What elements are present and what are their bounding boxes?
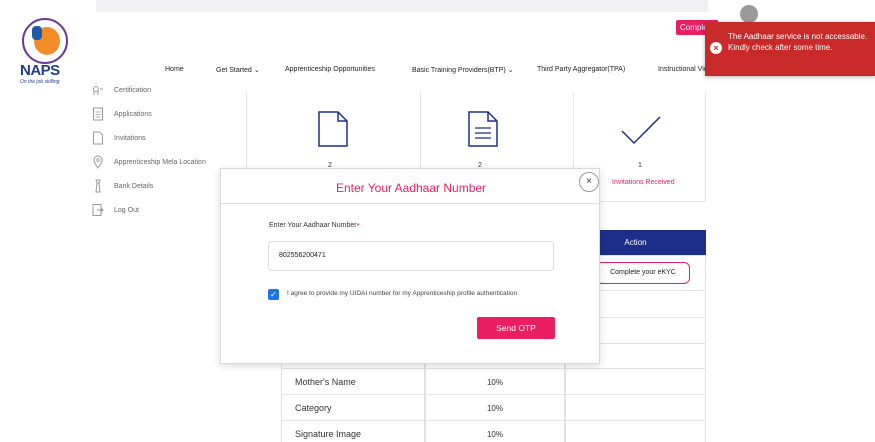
toast-message: The Aadhaar service is not accessable. K… [728,32,868,52]
chevron-down-icon: ⌄ [253,67,260,74]
document-lines-icon [467,110,499,153]
table-row-value: 10% [486,430,503,439]
file-icon [92,131,104,145]
bank-icon [92,179,104,193]
modal-title: Enter Your Aadhaar Number [335,181,487,195]
nav-get-started[interactable]: Get Started ⌄ [216,66,260,74]
invitations-received-label[interactable]: Invitations Received [612,179,675,186]
card-count: 1 [638,162,642,169]
sidebar-item-applications[interactable]: Applications [92,107,152,121]
nav-home[interactable]: Home [165,66,184,73]
sidebar-item-log-out[interactable]: Log Out [92,203,139,217]
nav-instructional-videos[interactable]: Instructional Vid [658,66,708,73]
logo-text: NAPS [20,62,60,79]
file-outline-icon [317,110,349,153]
sidebar-item-invitations[interactable]: Invitations [92,131,146,145]
error-close-icon[interactable]: × [710,42,722,54]
page: NAPS On the job skilling Home Get Starte… [0,0,875,442]
sidebar-item-bank-details[interactable]: Bank Details [92,179,153,193]
aadhaar-field-label: Enter Your Aadhaar Number* [269,222,360,231]
table-row-label: Category [295,403,332,413]
nav-tpa[interactable]: Third Party Aggregator(TPA) [537,66,625,73]
nav-btp[interactable]: Basic Training Providers(BTP) ⌄ [412,66,514,74]
document-icon [92,107,104,121]
logo-emblem [22,18,68,64]
aadhaar-number-input[interactable]: 802556200471 [268,241,554,271]
send-otp-button[interactable]: Send OTP [477,317,555,339]
agree-text: I agree to provide my UIDAI number for m… [287,290,518,297]
required-mark: * [356,222,360,231]
naps-logo[interactable]: NAPS On the job skilling [18,18,72,88]
complete-ekyc-button[interactable]: Complete your eKYC [596,262,690,284]
agree-checkbox[interactable]: ✓ [268,289,279,300]
error-toast[interactable]: × The Aadhaar service is not accessable.… [705,22,875,76]
modal-divider [221,203,601,204]
logo-tagline: On the job skilling [20,79,60,85]
location-pin-icon [92,155,104,169]
logout-icon [92,203,104,217]
table-row-label: Signature Image [295,429,362,439]
checkmark-icon [620,115,662,150]
aadhaar-modal: Enter Your Aadhaar Number × Enter Your A… [220,168,601,364]
table-row-label: Mother's Name [295,377,356,387]
certificate-icon [92,83,104,97]
sidebar-item-certification[interactable]: Certification [92,83,151,97]
avatar[interactable] [740,5,758,23]
table-row-value: 10% [486,378,503,387]
nav-apprenticeship-opportunities[interactable]: Apprenticeship Opportunities [285,66,375,73]
top-strip [96,0,708,12]
table-row-value: 10% [486,404,503,413]
sidebar-item-mela-location[interactable]: Apprenticeship Mela Location [92,155,206,169]
chevron-down-icon: ⌄ [507,67,514,74]
close-icon[interactable]: × [579,172,599,192]
